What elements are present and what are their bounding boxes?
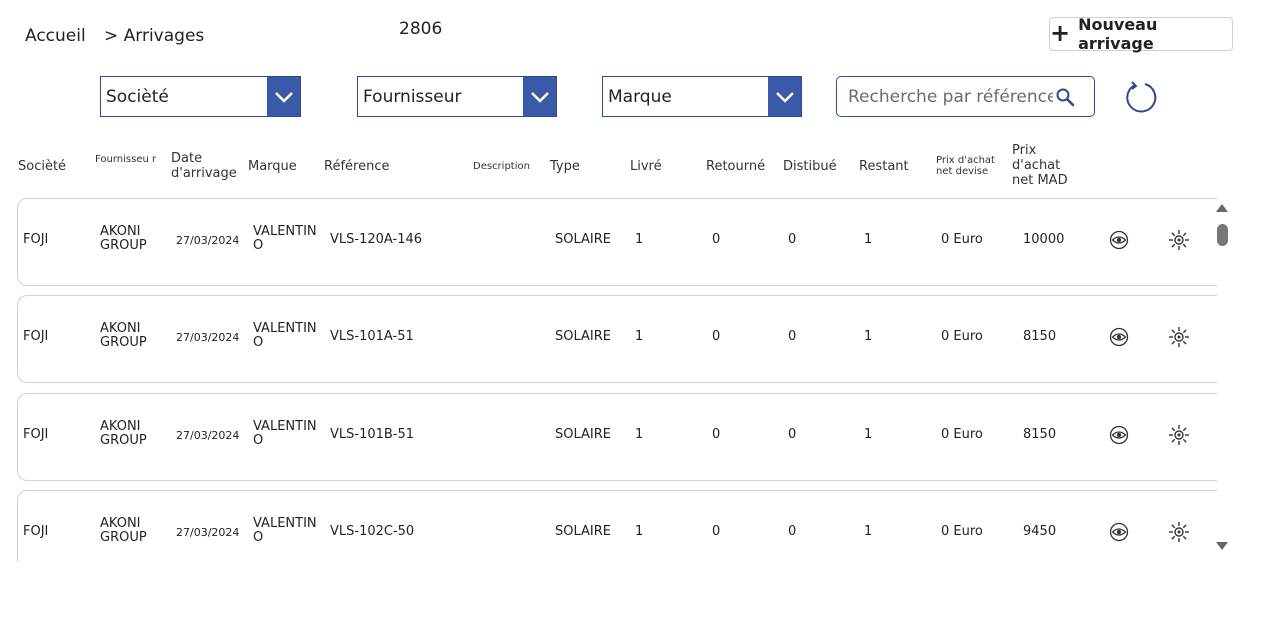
cell-fournisseur: AKONI GROUP xyxy=(100,516,147,545)
marque-dropdown[interactable]: Marque xyxy=(602,76,802,117)
gear-icon[interactable] xyxy=(1168,229,1190,255)
col-retourne[interactable]: Retourné xyxy=(706,159,765,174)
refresh-icon[interactable] xyxy=(1123,79,1159,115)
fournisseur-dropdown-value: Fournisseur xyxy=(363,86,462,107)
reference-search[interactable] xyxy=(836,76,1095,117)
breadcrumb-current: > Arrivages xyxy=(104,26,205,46)
col-marque[interactable]: Marque xyxy=(248,159,297,174)
new-arrivage-button[interactable]: + Nouveau arrivage xyxy=(1049,15,1233,53)
cell-societe: FOJI xyxy=(23,524,49,539)
cell-type: SOLAIRE xyxy=(555,232,611,247)
plus-icon: + xyxy=(1050,19,1071,47)
col-societe[interactable]: Socièté xyxy=(18,159,66,174)
search-icon[interactable] xyxy=(1055,87,1075,107)
gear-icon[interactable] xyxy=(1168,424,1190,450)
cell-marque: VALENTIN O xyxy=(253,516,317,545)
col-livre[interactable]: Livré xyxy=(630,159,662,174)
cell-prix-devise: 0 Euro xyxy=(941,329,983,344)
eye-icon[interactable] xyxy=(1109,327,1129,351)
col-prix-devise[interactable]: Prix d'achat net devise xyxy=(936,155,1002,177)
cell-restant: 1 xyxy=(864,427,873,442)
gear-icon[interactable] xyxy=(1168,521,1190,547)
cell-livre: 1 xyxy=(635,427,644,442)
cell-prix-devise: 0 Euro xyxy=(941,427,983,442)
cell-date: 27/03/2024 xyxy=(176,234,240,247)
cell-type: SOLAIRE xyxy=(555,329,611,344)
cell-date: 27/03/2024 xyxy=(176,331,240,344)
cell-marque: VALENTIN O xyxy=(253,321,317,350)
cell-livre: 1 xyxy=(635,524,644,539)
search-input[interactable] xyxy=(837,85,1055,108)
scroll-up-arrow[interactable] xyxy=(1216,204,1228,212)
cell-type: SOLAIRE xyxy=(555,524,611,539)
table-row[interactable]: FOJI AKONI GROUP 27/03/2024 VALENTIN O V… xyxy=(17,295,1217,383)
new-arrivage-label: Nouveau arrivage xyxy=(1078,15,1158,53)
cell-marque: VALENTIN O xyxy=(253,419,317,448)
cell-prix-mad: 8150 xyxy=(1023,427,1057,442)
table-row[interactable]: FOJI AKONI GROUP 27/03/2024 VALENTIN O V… xyxy=(17,198,1217,286)
scroll-down-arrow[interactable] xyxy=(1216,542,1228,550)
cell-date: 27/03/2024 xyxy=(176,429,240,442)
col-description[interactable]: Description xyxy=(473,161,530,172)
cell-reference: VLS-102C-50 xyxy=(330,524,415,539)
gear-icon[interactable] xyxy=(1168,326,1190,352)
eye-icon[interactable] xyxy=(1109,230,1129,254)
table-row[interactable]: FOJI AKONI GROUP 27/03/2024 VALENTIN O V… xyxy=(17,393,1217,481)
cell-prix-mad: 8150 xyxy=(1023,329,1057,344)
cell-prix-devise: 0 Euro xyxy=(941,524,983,539)
cell-prix-devise: 0 Euro xyxy=(941,232,983,247)
fournisseur-dropdown[interactable]: Fournisseur xyxy=(357,76,557,117)
col-reference[interactable]: Référence xyxy=(324,159,389,174)
record-count: 2806 xyxy=(399,19,443,39)
col-prix-mad[interactable]: Prix d'achat net MAD xyxy=(1012,143,1074,188)
cell-reference: VLS-101A-51 xyxy=(330,329,414,344)
arrivages-list[interactable]: FOJI AKONI GROUP 27/03/2024 VALENTIN O V… xyxy=(0,190,1240,562)
cell-livre: 1 xyxy=(635,232,644,247)
cell-retourne: 0 xyxy=(712,524,721,539)
chevron-down-icon[interactable] xyxy=(523,77,556,116)
chevron-down-icon[interactable] xyxy=(768,77,801,116)
eye-icon[interactable] xyxy=(1109,522,1129,546)
cell-distribue: 0 xyxy=(788,232,797,247)
cell-distribue: 0 xyxy=(788,329,797,344)
cell-type: SOLAIRE xyxy=(555,427,611,442)
table-row[interactable]: FOJI AKONI GROUP 27/03/2024 VALENTIN O V… xyxy=(17,490,1217,562)
marque-dropdown-value: Marque xyxy=(608,86,672,107)
societe-dropdown-value: Socièté xyxy=(106,86,169,107)
cell-societe: FOJI xyxy=(23,232,49,247)
col-distribue[interactable]: Distibué xyxy=(783,159,837,174)
cell-reference: VLS-101B-51 xyxy=(330,427,415,442)
cell-prix-mad: 10000 xyxy=(1023,232,1065,247)
societe-dropdown[interactable]: Socièté xyxy=(100,76,301,117)
cell-restant: 1 xyxy=(864,329,873,344)
cell-restant: 1 xyxy=(864,524,873,539)
cell-retourne: 0 xyxy=(712,232,721,247)
cell-date: 27/03/2024 xyxy=(176,526,240,539)
breadcrumb-home[interactable]: Accueil xyxy=(25,26,86,46)
cell-societe: FOJI xyxy=(23,329,49,344)
scrollbar-thumb[interactable] xyxy=(1217,224,1228,246)
col-restant[interactable]: Restant xyxy=(859,159,909,174)
col-date[interactable]: Date d'arrivage xyxy=(171,151,241,181)
cell-retourne: 0 xyxy=(712,329,721,344)
cell-distribue: 0 xyxy=(788,524,797,539)
cell-retourne: 0 xyxy=(712,427,721,442)
cell-societe: FOJI xyxy=(23,427,49,442)
cell-marque: VALENTIN O xyxy=(253,224,317,253)
cell-fournisseur: AKONI GROUP xyxy=(100,224,147,253)
cell-distribue: 0 xyxy=(788,427,797,442)
cell-restant: 1 xyxy=(864,232,873,247)
eye-icon[interactable] xyxy=(1109,425,1129,449)
cell-prix-mad: 9450 xyxy=(1023,524,1057,539)
col-fournisseur[interactable]: Fournisseu r xyxy=(95,154,160,165)
cell-livre: 1 xyxy=(635,329,644,344)
col-type[interactable]: Type xyxy=(550,159,580,174)
chevron-down-icon[interactable] xyxy=(267,77,300,116)
cell-reference: VLS-120A-146 xyxy=(330,232,423,247)
cell-fournisseur: AKONI GROUP xyxy=(100,419,147,448)
cell-fournisseur: AKONI GROUP xyxy=(100,321,147,350)
